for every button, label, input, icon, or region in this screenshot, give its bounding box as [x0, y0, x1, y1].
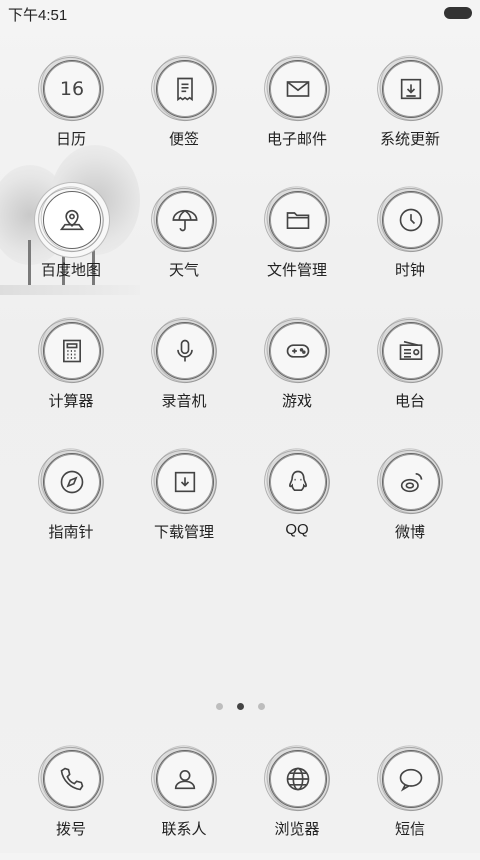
app-icon-ring	[156, 453, 214, 511]
app-icon-ring	[156, 60, 214, 118]
app-label: 计算器	[48, 393, 94, 410]
status-time: 下午4:51	[8, 7, 68, 24]
app-mail[interactable]: 电子邮件	[241, 50, 361, 170]
app-icon-ring	[269, 60, 327, 118]
app-label: 下载管理	[153, 524, 214, 541]
app-phone[interactable]: 拨号	[15, 740, 135, 860]
app-icon-ring	[43, 191, 101, 249]
app-label: 日历	[55, 131, 86, 148]
app-clock[interactable]: 时钟	[354, 181, 474, 301]
dock: 拨号 联系人 浏览器 短信	[0, 740, 480, 853]
app-label: 录音机	[161, 393, 207, 410]
calendar-date: 16	[59, 78, 85, 100]
app-icon-ring	[269, 191, 327, 249]
app-icon-ring	[382, 453, 440, 511]
page-dot[interactable]	[236, 703, 244, 710]
message-icon	[383, 751, 439, 807]
app-download[interactable]: 下载管理	[128, 443, 248, 563]
app-system-update[interactable]: 系统更新	[354, 50, 474, 170]
calendar-icon: 16	[44, 61, 100, 117]
app-calculator[interactable]: 计算器	[15, 312, 135, 432]
gamepad-icon	[270, 323, 326, 379]
app-weibo[interactable]: 微博	[354, 443, 474, 563]
app-label: 时钟	[394, 262, 425, 279]
app-label: 联系人	[161, 821, 207, 838]
umbrella-icon	[157, 192, 213, 248]
app-icon-ring	[156, 750, 214, 808]
app-icon-ring	[382, 60, 440, 118]
app-label: 百度地图	[40, 262, 101, 279]
app-label: 游戏	[281, 393, 312, 410]
app-label: 拨号	[55, 821, 86, 838]
app-umbrella[interactable]: 天气	[128, 181, 248, 301]
app-icon-ring	[43, 453, 101, 511]
app-label: 天气	[168, 262, 199, 279]
app-globe[interactable]: 浏览器	[241, 740, 361, 860]
app-qq[interactable]: QQ	[241, 443, 361, 563]
app-label: 电台	[394, 393, 425, 410]
clock-icon	[383, 192, 439, 248]
map-pin-icon	[44, 192, 100, 248]
phone-icon	[44, 751, 100, 807]
app-label: 微博	[394, 524, 425, 541]
app-icon-ring	[382, 750, 440, 808]
app-icon-ring	[156, 191, 214, 249]
app-icon-ring	[269, 453, 327, 511]
app-label: QQ	[285, 521, 309, 538]
app-icon-ring	[382, 191, 440, 249]
app-calendar[interactable]: 16 日历	[15, 50, 135, 170]
notes-icon	[157, 61, 213, 117]
download-icon	[157, 454, 213, 510]
app-message[interactable]: 短信	[354, 740, 474, 860]
app-map-pin[interactable]: 百度地图	[15, 181, 135, 301]
mail-icon	[270, 61, 326, 117]
page-dot[interactable]	[257, 703, 265, 710]
app-label: 文件管理	[266, 262, 327, 279]
app-icon-ring	[269, 750, 327, 808]
app-label: 短信	[394, 821, 425, 838]
app-icon-ring	[43, 750, 101, 808]
compass-icon	[44, 454, 100, 510]
app-icon-ring	[382, 322, 440, 380]
app-contacts[interactable]: 联系人	[128, 740, 248, 860]
system-update-icon	[383, 61, 439, 117]
page-dot[interactable]	[215, 703, 223, 710]
contacts-icon	[157, 751, 213, 807]
app-label: 浏览器	[274, 821, 320, 838]
app-compass[interactable]: 指南针	[15, 443, 135, 563]
app-icon-ring	[43, 322, 101, 380]
app-label: 系统更新	[379, 131, 440, 148]
battery-icon	[444, 7, 472, 19]
folder-icon	[270, 192, 326, 248]
calculator-icon	[44, 323, 100, 379]
globe-icon	[270, 751, 326, 807]
app-icon-ring	[269, 322, 327, 380]
app-microphone[interactable]: 录音机	[128, 312, 248, 432]
status-bar: 下午4:51	[0, 0, 480, 28]
app-radio[interactable]: 电台	[354, 312, 474, 432]
app-notes[interactable]: 便签	[128, 50, 248, 170]
app-label: 指南针	[48, 524, 94, 541]
radio-icon	[383, 323, 439, 379]
weibo-icon	[383, 454, 439, 510]
qq-icon	[270, 454, 326, 510]
app-gamepad[interactable]: 游戏	[241, 312, 361, 432]
app-icon-ring: 16	[43, 60, 101, 118]
app-label: 电子邮件	[266, 131, 327, 148]
app-icon-ring	[156, 322, 214, 380]
app-label: 便签	[168, 131, 199, 148]
page-indicator[interactable]	[0, 697, 480, 711]
microphone-icon	[157, 323, 213, 379]
app-folder[interactable]: 文件管理	[241, 181, 361, 301]
